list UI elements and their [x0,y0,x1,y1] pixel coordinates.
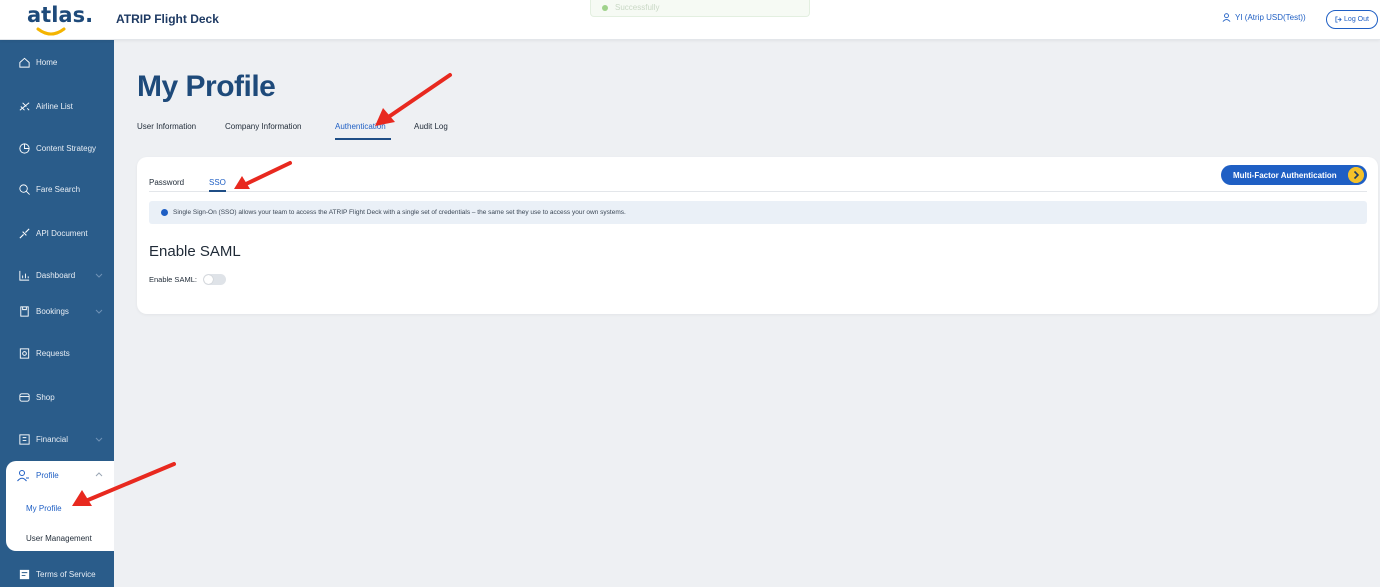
section-title-enable-saml: Enable SAML [149,243,241,260]
logout-button[interactable]: Log Out [1326,10,1378,29]
sso-info-banner: Single Sign-On (SSO) allows your team to… [149,201,1367,224]
sidebar-item-label: Dashboard [36,271,76,280]
sidebar-item-home[interactable]: Home [0,48,114,78]
user-menu[interactable]: YI (Atrip USD(Test)) [1222,13,1306,22]
requests-icon [19,348,30,359]
airline-icon [19,102,30,111]
search-icon [19,184,30,195]
toast-text: Successfully [615,3,660,12]
sidebar-item-label: Fare Search [36,185,81,194]
home-icon [19,57,30,68]
sidebar-item-api-document[interactable]: API Document [0,219,114,249]
logout-label: Log Out [1344,16,1369,23]
api-icon [19,228,30,239]
sidebar-item-requests[interactable]: Requests [0,339,114,369]
authentication-card: Password SSO Multi-Factor Authentication… [137,157,1378,314]
info-icon [161,209,168,216]
page-title: My Profile [137,70,276,103]
sidebar-item-label: Bookings [36,307,69,316]
tab-company-information[interactable]: Company Information [225,122,301,131]
chart-icon [19,270,30,281]
sidebar-item-label: Requests [36,349,70,358]
subtab-active-indicator [209,190,226,192]
chevron-up-icon [95,472,103,477]
subtab-password[interactable]: Password [149,178,184,187]
sidebar-item-label: Shop [36,393,55,402]
enable-saml-toggle[interactable] [202,274,226,285]
chevron-right-icon [1348,167,1364,183]
sidebar-item-label: Profile [36,471,59,480]
sidebar-item-terms[interactable]: Terms of Service [0,560,114,587]
terms-icon [19,569,30,580]
user-icon [1222,13,1231,22]
sidebar-item-dashboard[interactable]: Dashboard [0,261,114,291]
profile-icon [17,470,29,482]
sidebar-item-profile[interactable]: Profile [6,461,114,489]
tab-authentication[interactable]: Authentication [335,122,386,131]
multi-factor-authentication-button[interactable]: Multi-Factor Authentication [1221,165,1367,185]
logo-smile-icon [36,27,66,36]
top-header: atlas. ATRIP Flight Deck Successfully YI… [0,0,1380,40]
app-title: ATRIP Flight Deck [116,12,219,26]
sidebar-group-profile: Profile My Profile User Management [6,461,114,551]
sidebar-item-label: API Document [36,229,88,238]
bookings-icon [20,306,29,317]
subtab-divider [149,191,1367,192]
logout-icon [1335,16,1342,23]
sidebar-item-label: Financial [36,435,69,444]
sso-info-text: Single Sign-On (SSO) allows your team to… [173,209,626,216]
sidebar-subitem-user-management[interactable]: User Management [26,534,92,543]
chevron-down-icon [95,273,103,278]
chevron-down-icon [95,309,103,314]
enable-saml-row: Enable SAML: [149,274,226,285]
success-toast: Successfully [590,0,810,17]
toggle-knob [203,275,213,284]
success-icon [602,5,608,11]
sidebar-item-bookings[interactable]: Bookings [0,297,114,327]
strategy-icon [19,143,30,154]
subtab-sso[interactable]: SSO [209,178,226,187]
annotation-arrow-authentication [375,73,452,126]
sidebar-item-label: Content Strategy [36,144,97,153]
sidebar-item-label: Terms of Service [36,570,96,579]
sidebar-item-label: Home [36,58,58,67]
mfa-button-label: Multi-Factor Authentication [1233,170,1337,180]
sidebar-item-shop[interactable]: Shop [0,383,114,413]
sidebar-item-label: Airline List [36,102,73,111]
sidebar-item-content-strategy[interactable]: Content Strategy [0,134,114,164]
chevron-down-icon [95,437,103,442]
shop-icon [19,393,30,402]
tab-user-information[interactable]: User Information [137,122,196,131]
sidebar-item-fare-search[interactable]: Fare Search [0,175,114,205]
sidebar-item-financial[interactable]: Financial [0,425,114,455]
logo-text: atlas. [27,3,94,27]
sidebar-subitem-my-profile[interactable]: My Profile [26,504,62,513]
enable-saml-label: Enable SAML: [149,275,197,284]
sidebar-item-airline-list[interactable]: Airline List [0,92,114,122]
tab-active-indicator [335,138,391,140]
user-label: YI (Atrip USD(Test)) [1235,13,1306,22]
financial-icon [19,434,30,445]
tab-audit-log[interactable]: Audit Log [414,122,448,131]
atlas-logo[interactable]: atlas. [27,3,93,37]
